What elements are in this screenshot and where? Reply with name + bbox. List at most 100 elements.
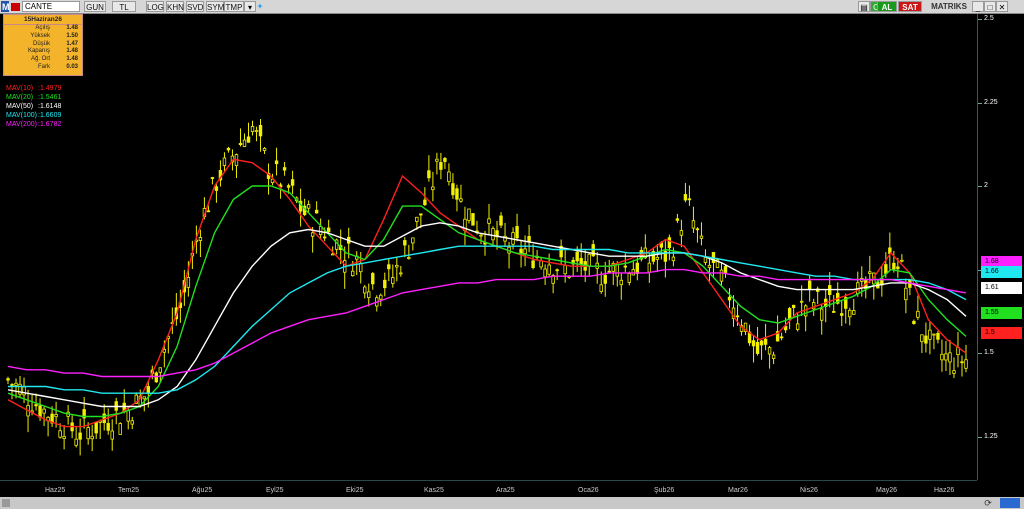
buy-button[interactable]: AL (877, 1, 897, 12)
mav-legend-item[interactable]: MAV(200):1.6782 (6, 120, 61, 129)
candle (515, 226, 519, 239)
candle (395, 264, 399, 268)
candle (214, 186, 219, 191)
price-axis[interactable]: 2.52.2521.751.51.251.681.661.611.551.5 (977, 14, 1024, 480)
candle (579, 257, 583, 265)
chart-canvas (6, 119, 968, 456)
candle (723, 266, 728, 273)
candle (407, 257, 411, 260)
candle (683, 194, 688, 201)
info-value: 1.48 (66, 48, 78, 55)
candle (896, 266, 900, 270)
candle (735, 315, 740, 318)
candle (78, 432, 82, 440)
info-row: Fark 0.03 (4, 64, 82, 72)
candle (543, 268, 547, 278)
period-button[interactable]: GUN (84, 1, 106, 12)
candle (427, 170, 431, 179)
chart-scrollbar[interactable]: ⟳ (0, 497, 1024, 509)
x-tick-label: Mar26 (728, 487, 748, 494)
candle (238, 143, 243, 146)
candle (94, 421, 98, 434)
candle (787, 308, 792, 320)
twitter-icon[interactable]: ✦ (254, 1, 266, 12)
candle (158, 367, 163, 373)
window-icon[interactable] (1000, 498, 1020, 508)
minimize-icon[interactable]: _ (972, 1, 984, 12)
candle (691, 220, 696, 229)
mav-legend-item[interactable]: MAV(100):1.6609 (6, 111, 61, 120)
mav-name: MAV(100) (6, 112, 37, 119)
candle (647, 262, 652, 273)
mav-legend-item[interactable]: MAV(50):1.6148 (6, 102, 61, 111)
info-row: Açılış 1.48 (4, 25, 82, 33)
close-icon[interactable]: ✕ (996, 1, 1008, 12)
ma-line-mav200[interactable] (7, 268, 967, 378)
candle (912, 320, 916, 325)
tmp-button[interactable]: TMP (224, 1, 244, 12)
sell-button[interactable]: SAT (898, 1, 922, 12)
ma-line-mav10[interactable] (7, 158, 967, 428)
candle (423, 199, 427, 206)
price-chart[interactable] (0, 14, 977, 480)
mav-legend-item[interactable]: MAV(10):1.4979 (6, 84, 61, 93)
candle (555, 269, 559, 272)
scroll-left-icon[interactable] (2, 499, 10, 507)
x-tick-label: May26 (876, 487, 898, 494)
candle (695, 228, 700, 231)
sym-button[interactable]: SYM (206, 1, 224, 12)
candle (892, 262, 896, 270)
svd-button[interactable]: SVD (186, 1, 204, 12)
candle (699, 235, 704, 239)
khn-button[interactable]: KHN (166, 1, 184, 12)
candle (226, 147, 231, 151)
candle (391, 277, 395, 284)
color-palette-icon[interactable]: ▤ (858, 1, 870, 12)
candle (539, 260, 543, 268)
candle (363, 286, 367, 294)
candle (62, 436, 66, 439)
info-label: Yüksek (30, 32, 50, 39)
mav-legend-item[interactable]: MAV(20):1.5461 (6, 93, 61, 102)
info-date: 15Haziran26 (4, 15, 82, 25)
candle (635, 262, 640, 274)
candle (242, 139, 247, 147)
candle (952, 370, 956, 374)
candle (491, 228, 495, 241)
candle (10, 384, 14, 386)
candle (403, 240, 407, 246)
refresh-icon[interactable]: ⟳ (980, 498, 996, 508)
candle (371, 273, 375, 285)
mav-value: :1.6609 (38, 112, 62, 119)
candle (250, 126, 255, 132)
ma-line-mav20[interactable] (7, 185, 967, 418)
candle (206, 210, 211, 213)
candle (387, 264, 391, 270)
candle (106, 423, 110, 431)
candle (90, 435, 94, 440)
symbol-input[interactable]: CANTE (22, 1, 80, 12)
candle (884, 264, 888, 274)
candle (599, 284, 603, 292)
candle (222, 157, 227, 166)
candle (940, 353, 944, 361)
candle (411, 237, 415, 244)
candle (587, 253, 591, 267)
candle (118, 423, 122, 435)
x-tick-label: Şub26 (654, 487, 675, 494)
info-row: Düşük 1.47 (4, 41, 82, 49)
candle (603, 274, 607, 284)
log-button[interactable]: LOG (146, 1, 164, 12)
candle (455, 188, 459, 200)
info-label: Düşük (32, 40, 50, 47)
candle (487, 218, 491, 224)
maximize-icon[interactable]: □ (984, 1, 996, 12)
candle (471, 213, 475, 226)
price-badge: 1.61 (981, 282, 1022, 294)
candle (286, 185, 291, 188)
currency-button[interactable]: TL (112, 1, 136, 12)
candle (928, 329, 932, 340)
candle (479, 234, 483, 237)
candle (86, 427, 90, 440)
info-row: Ağ. Ort 1.48 (4, 56, 82, 64)
